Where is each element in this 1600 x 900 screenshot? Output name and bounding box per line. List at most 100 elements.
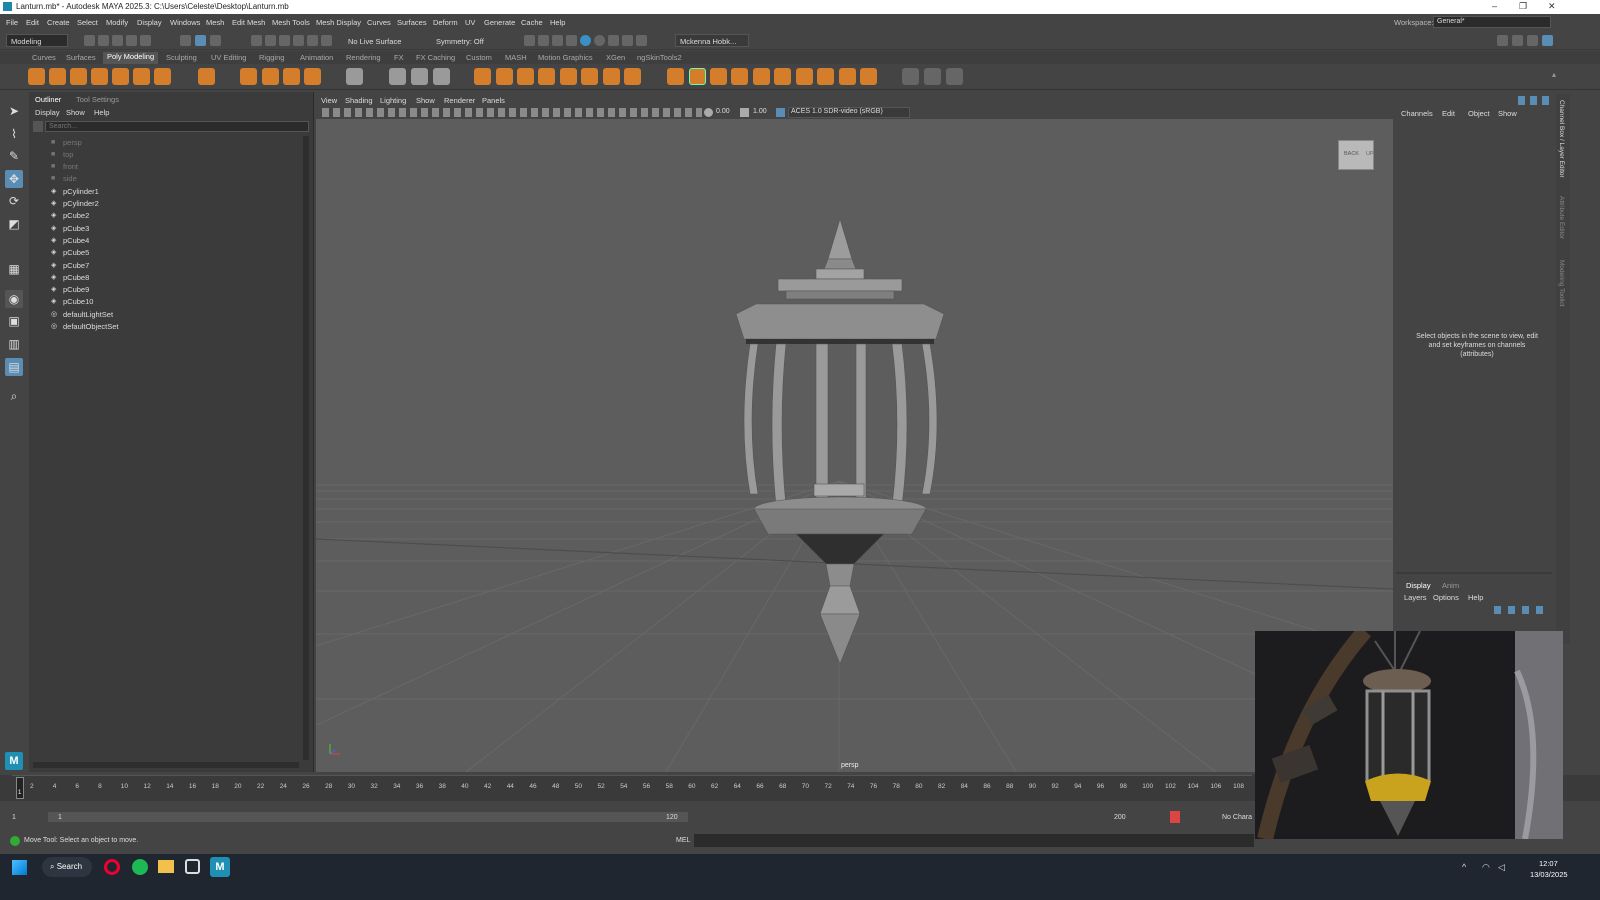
channels-menu-edit[interactable]: Edit xyxy=(1442,109,1455,118)
snap-grid-icon[interactable] xyxy=(251,35,262,46)
smooth-icon[interactable] xyxy=(517,68,534,85)
shelf-tab-uv-editing[interactable]: UV Editing xyxy=(211,53,246,62)
file-explorer-icon[interactable] xyxy=(158,860,174,873)
svg-icon[interactable] xyxy=(304,68,321,85)
select-object-icon[interactable] xyxy=(195,35,206,46)
mesh-display-icon[interactable] xyxy=(346,68,363,85)
gamma-icon[interactable] xyxy=(740,108,749,117)
hypershade-icon[interactable] xyxy=(580,35,591,46)
menu-mesh-tools[interactable]: Mesh Tools xyxy=(272,18,310,27)
viewport-menu-renderer[interactable]: Renderer xyxy=(444,96,475,105)
outliner-item[interactable]: ◈ pCube3 xyxy=(51,222,89,234)
outliner-item[interactable]: ◈ pCube2 xyxy=(51,210,89,222)
shelf-tab-animation[interactable]: Animation xyxy=(300,53,333,62)
view-cube[interactable]: BACK UP xyxy=(1338,140,1374,170)
menu-create[interactable]: Create xyxy=(47,18,70,27)
outliner-item[interactable]: ◈ pCube4 xyxy=(51,234,89,246)
anim-start-field[interactable]: 1 xyxy=(12,814,16,821)
multi-cut-icon[interactable] xyxy=(389,68,406,85)
insert-edge-loop-icon[interactable] xyxy=(667,68,684,85)
menu-help[interactable]: Help xyxy=(550,18,565,27)
snap-point-icon[interactable] xyxy=(279,35,290,46)
menu-edit[interactable]: Edit xyxy=(26,18,39,27)
persp-outliner-layout-icon[interactable]: ▥ xyxy=(5,335,23,353)
auto-key-icon[interactable] xyxy=(1170,811,1180,823)
view-cube-up[interactable]: UP xyxy=(1366,151,1374,157)
uv-editor-icon[interactable] xyxy=(924,68,941,85)
shelf-tab-motion-graphics[interactable]: Motion Graphics xyxy=(538,53,593,62)
scale-tool-icon[interactable]: ◩ xyxy=(5,215,23,233)
redo-icon[interactable] xyxy=(140,35,151,46)
fill-hole-icon[interactable] xyxy=(731,68,748,85)
mel-label[interactable]: MEL xyxy=(676,837,690,844)
snap-view-icon[interactable] xyxy=(293,35,304,46)
quad-draw-icon[interactable] xyxy=(433,68,450,85)
poke-icon[interactable] xyxy=(796,68,813,85)
poly-type-icon[interactable] xyxy=(283,68,300,85)
outliner-item[interactable]: ◎ defaultObjectSet xyxy=(51,321,118,333)
shelf-tab-custom[interactable]: Custom xyxy=(466,53,492,62)
select-tool-icon[interactable]: ➤ xyxy=(5,102,23,120)
side-tab-channel-box[interactable]: Channel Box / Layer Editor xyxy=(1558,100,1565,178)
snap-curve-icon[interactable] xyxy=(265,35,276,46)
range-bar[interactable] xyxy=(48,812,688,822)
select-component-icon[interactable] xyxy=(210,35,221,46)
outliner-item[interactable]: ◈ pCube8 xyxy=(51,271,89,283)
color-management-icon[interactable] xyxy=(776,108,785,117)
extrude-icon[interactable] xyxy=(581,68,598,85)
layer-buttons-icons[interactable] xyxy=(1494,606,1548,614)
minimize-button[interactable]: – xyxy=(1492,1,1497,11)
shelf-tab-rigging[interactable]: Rigging xyxy=(259,53,284,62)
save-scene-icon[interactable] xyxy=(112,35,123,46)
outliner-item[interactable]: ◈ pCube5 xyxy=(51,247,89,259)
maximize-button[interactable]: ❐ xyxy=(1519,1,1527,12)
snap-pivot-icon[interactable] xyxy=(321,35,332,46)
menu-deform[interactable]: Deform xyxy=(433,18,458,27)
outliner-filter-icon[interactable] xyxy=(33,121,43,132)
bevel-icon[interactable] xyxy=(624,68,641,85)
combine-icon[interactable] xyxy=(474,68,491,85)
view-cube-back[interactable]: BACK xyxy=(1344,151,1359,157)
outliner-item[interactable]: ◈ pCylinder1 xyxy=(51,185,99,197)
start-button[interactable] xyxy=(12,860,27,875)
channels-menu-object[interactable]: Object xyxy=(1468,109,1490,118)
menu-select[interactable]: Select xyxy=(77,18,98,27)
panel-splitter[interactable] xyxy=(1396,572,1552,574)
taskbar-search[interactable]: ⌕ Search xyxy=(42,857,92,877)
poly-cone-icon[interactable] xyxy=(91,68,108,85)
merge-icon[interactable] xyxy=(753,68,770,85)
render-view-icon[interactable] xyxy=(608,35,619,46)
poly-cube-icon[interactable] xyxy=(49,68,66,85)
outliner-menu-show[interactable]: Show xyxy=(66,108,85,117)
shelf-tab-fx-caching[interactable]: FX Caching xyxy=(416,53,455,62)
viewport-tool-icons[interactable] xyxy=(322,108,702,117)
menu-modify[interactable]: Modify xyxy=(106,18,128,27)
chamfer-vertex-icon[interactable] xyxy=(860,68,877,85)
poly-sphere-icon[interactable] xyxy=(28,68,45,85)
wifi-icon[interactable]: ◠ xyxy=(1482,862,1490,873)
menu-windows[interactable]: Windows xyxy=(170,18,200,27)
shelf-tab-fx[interactable]: FX xyxy=(394,53,404,62)
shelf-tab-mash[interactable]: MASH xyxy=(505,53,527,62)
collapse-icon[interactable] xyxy=(774,68,791,85)
super-shape-icon[interactable] xyxy=(240,68,257,85)
gamma-field[interactable]: 1.00 xyxy=(753,108,767,115)
outliner-item[interactable]: ■ top xyxy=(51,148,73,160)
shelf-tab-xgen[interactable]: XGen xyxy=(606,53,625,62)
booleans-icon[interactable] xyxy=(538,68,555,85)
maya-taskbar-icon[interactable]: M xyxy=(210,857,230,877)
select-hierarchy-icon[interactable] xyxy=(180,35,191,46)
move-tool-icon[interactable]: ✥ xyxy=(5,170,23,188)
tab-tool-settings[interactable]: Tool Settings xyxy=(76,95,119,104)
live-surface-label[interactable]: No Live Surface xyxy=(348,37,401,46)
workspace-dropdown[interactable]: General* xyxy=(1433,16,1551,28)
clock-time[interactable]: 12:07 xyxy=(1539,859,1558,868)
channel-box-header-icons[interactable] xyxy=(1518,96,1554,105)
channels-menu-channels[interactable]: Channels xyxy=(1401,109,1433,118)
search-tool-icon[interactable]: ⌕ xyxy=(5,387,23,405)
account-dropdown[interactable]: Mckenna Hobk... xyxy=(675,34,749,47)
outliner-item[interactable]: ◈ pCube10 xyxy=(51,296,93,308)
menu-display[interactable]: Display xyxy=(137,18,162,27)
shelf-scroll-icon[interactable]: ▴ xyxy=(1552,70,1560,84)
circularize-icon[interactable] xyxy=(839,68,856,85)
